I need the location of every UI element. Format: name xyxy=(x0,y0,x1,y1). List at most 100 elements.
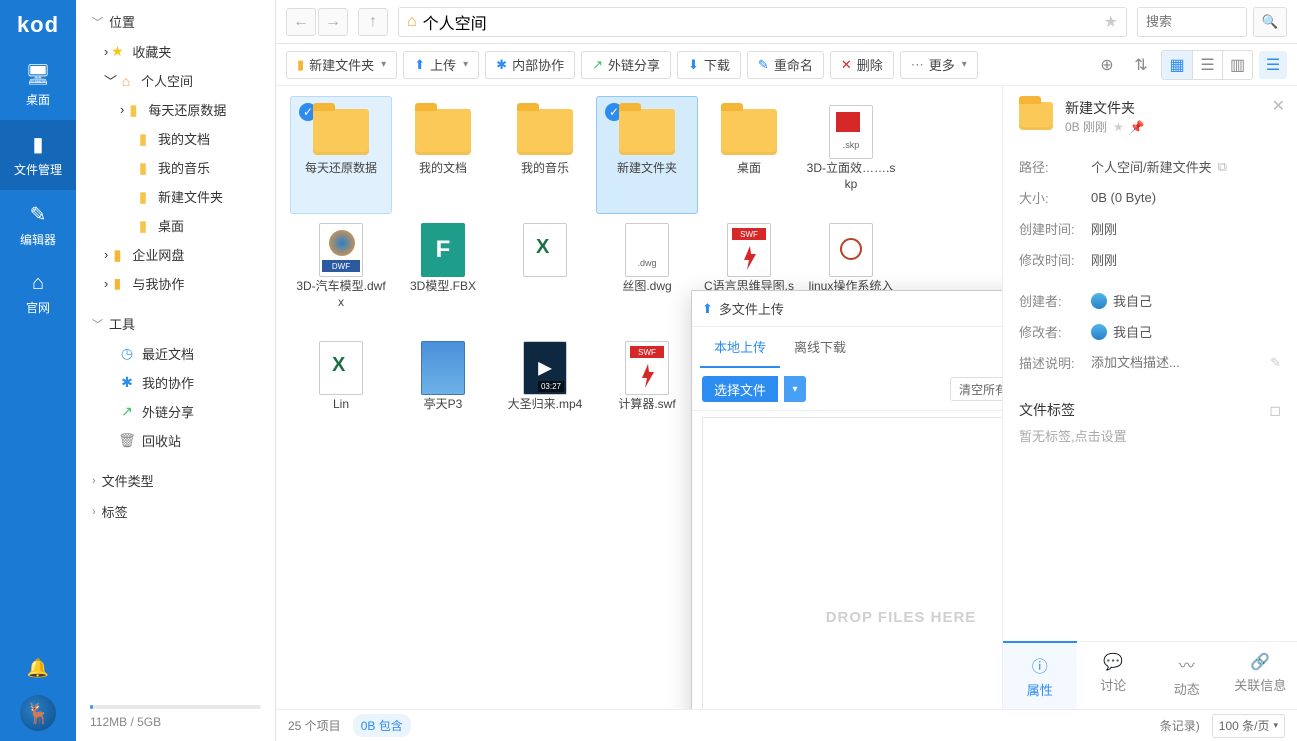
file-item[interactable]: 亭天P3 xyxy=(392,332,494,450)
breadcrumb[interactable]: ⌂ 个人空间 ★ xyxy=(398,7,1127,37)
toolbar: ▮新建文件夹▾ ⬆上传▾ ✱内部协作 ↗外链分享 ⬇下载 ✎重命名 ✕删除 ⋯更… xyxy=(276,44,1297,86)
detail-pane-toggle[interactable]: ☰ xyxy=(1259,51,1287,79)
rail-files[interactable]: ▮文件管理 xyxy=(0,120,76,190)
pin-icon[interactable]: 📌 xyxy=(1130,120,1145,134)
tree-tags[interactable]: ›标签 xyxy=(76,496,275,527)
tree-item[interactable]: ▮我的文档 xyxy=(76,124,275,153)
select-files-button[interactable]: 选择文件 xyxy=(702,376,778,402)
tree-trash[interactable]: 🗑回收站 xyxy=(76,426,275,455)
search-button[interactable]: 🔍 xyxy=(1253,7,1287,37)
home-icon: ⌂ xyxy=(407,13,417,31)
download-button[interactable]: ⬇下载 xyxy=(677,51,741,79)
tree-tools[interactable]: ﹀工具 xyxy=(76,308,275,339)
tree-location[interactable]: ﹀位置 xyxy=(76,6,275,37)
tree-enterprise[interactable]: ›▮企业网盘 xyxy=(76,240,275,269)
select-files-caret[interactable]: ▾ xyxy=(784,376,806,402)
file-thumb: ▶03:27 xyxy=(513,339,577,397)
tab-local-upload[interactable]: 本地上传 xyxy=(700,327,780,368)
chevron-down-icon: ﹀ xyxy=(92,14,103,30)
file-item[interactable]: 桌面 xyxy=(698,96,800,214)
link-icon: ↗ xyxy=(592,57,603,73)
search-input[interactable] xyxy=(1137,7,1247,37)
drop-zone[interactable]: DROP FILES HERE xyxy=(702,417,1002,709)
file-item[interactable]: 我的音乐 xyxy=(494,96,596,214)
external-share-button[interactable]: ↗外链分享 xyxy=(581,51,671,79)
view-grid-button[interactable]: ▦ xyxy=(1162,51,1192,79)
file-item[interactable]: .skp3D-立面效…….skp xyxy=(800,96,902,214)
detail-modifier: 我自己 xyxy=(1091,322,1281,341)
users-icon: ▮ xyxy=(108,275,126,293)
avatar[interactable]: 🦌 xyxy=(20,695,56,731)
file-name: 大圣归来.mp4 xyxy=(508,397,583,413)
detail-tabs: ⓘ属性 💬讨论 〰动态 🔗关联信息 xyxy=(1003,641,1297,709)
folder-icon: ▮ xyxy=(134,217,152,235)
tab-remote-download[interactable]: 离线下载 xyxy=(780,327,860,368)
tree-collab[interactable]: ›▮与我协作 xyxy=(76,269,275,298)
bookmark-icon[interactable]: ◻ xyxy=(1269,402,1281,419)
page-size-select[interactable]: 100 条/页▾ xyxy=(1212,714,1285,738)
bell-icon[interactable]: 🔔 xyxy=(27,658,49,679)
tags-empty[interactable]: 暂无标签,点击设置 xyxy=(1003,426,1297,457)
file-item[interactable]: ▶03:27大圣归来.mp4 xyxy=(494,332,596,450)
rename-button[interactable]: ✎重命名 xyxy=(747,51,824,79)
tree-recent[interactable]: ◷最近文档 xyxy=(76,339,275,368)
sort-button[interactable]: ⇅ xyxy=(1127,51,1155,79)
upload-button[interactable]: ⬆上传▾ xyxy=(403,51,479,79)
tree-favorites[interactable]: ›★收藏夹 xyxy=(76,37,275,66)
file-item[interactable]: X xyxy=(494,214,596,332)
rail-editor[interactable]: ✎编辑器 xyxy=(0,190,76,260)
file-thumb: X xyxy=(513,221,577,279)
file-item[interactable]: 3D模型.FBX xyxy=(392,214,494,332)
star-icon[interactable]: ★ xyxy=(1104,12,1118,32)
delete-button[interactable]: ✕删除 xyxy=(830,51,894,79)
tree-item[interactable]: ▮我的音乐 xyxy=(76,153,275,182)
tab-discuss[interactable]: 💬讨论 xyxy=(1077,642,1151,709)
file-item[interactable]: ✓每天还原数据 xyxy=(290,96,392,214)
tree-item[interactable]: ›▮每天还原数据 xyxy=(76,95,275,124)
tab-related[interactable]: 🔗关联信息 xyxy=(1224,642,1297,709)
pulse-icon: 〰 xyxy=(1179,652,1195,676)
star-icon[interactable]: ★ xyxy=(1113,120,1124,134)
file-thumb xyxy=(411,339,475,397)
share-icon: ✱ xyxy=(118,374,136,392)
tree-item[interactable]: ▮新建文件夹 xyxy=(76,182,275,211)
file-item[interactable]: XLin xyxy=(290,332,392,450)
zoom-button[interactable]: ⊕ xyxy=(1093,51,1121,79)
file-item[interactable]: 我的文档 xyxy=(392,96,494,214)
file-thumb xyxy=(717,103,781,161)
view-column-button[interactable]: ▥ xyxy=(1222,51,1252,79)
file-thumb: SWF xyxy=(615,339,679,397)
new-folder-button[interactable]: ▮新建文件夹▾ xyxy=(286,51,397,79)
tree-personal[interactable]: ﹀⌂个人空间 xyxy=(76,66,275,95)
edit-icon[interactable]: ✎ xyxy=(1270,355,1281,371)
description-input[interactable] xyxy=(1091,355,1264,370)
forward-button[interactable]: → xyxy=(318,8,348,36)
clear-all-button[interactable]: 清空所有 xyxy=(950,377,1002,401)
file-item[interactable]: ✓新建文件夹 xyxy=(596,96,698,214)
tree-external[interactable]: ↗外链分享 xyxy=(76,397,275,426)
folder-icon: ▮ xyxy=(134,130,152,148)
file-item[interactable]: SWF计算器.swf xyxy=(596,332,698,450)
copy-icon[interactable]: ⧉ xyxy=(1218,159,1227,175)
file-item[interactable]: .dwg丝图.dwg xyxy=(596,214,698,332)
download-icon: ⬇ xyxy=(688,57,699,73)
tree-mycollab[interactable]: ✱我的协作 xyxy=(76,368,275,397)
tab-properties[interactable]: ⓘ属性 xyxy=(1003,641,1077,709)
up-button[interactable]: ↑ xyxy=(358,8,388,36)
view-list-button[interactable]: ☰ xyxy=(1192,51,1222,79)
chevron-right-icon: › xyxy=(92,475,96,487)
tree-item[interactable]: ▮桌面 xyxy=(76,211,275,240)
internal-collab-button[interactable]: ✱内部协作 xyxy=(485,51,575,79)
close-button[interactable]: ✕ xyxy=(1272,96,1285,116)
back-button[interactable]: ← xyxy=(286,8,316,36)
info-icon: ⓘ xyxy=(1032,653,1048,677)
tab-activity[interactable]: 〰动态 xyxy=(1150,642,1224,709)
more-button[interactable]: ⋯更多▾ xyxy=(900,51,978,79)
tree-filetype[interactable]: ›文件类型 xyxy=(76,465,275,496)
file-item[interactable]: DWF3D-汽车模型.dwfx xyxy=(290,214,392,332)
rail-desktop[interactable]: 🖥桌面 xyxy=(0,50,76,120)
link-icon: ↗ xyxy=(118,403,136,421)
status-bar: 25 个项目 0B 包含 条记录) 100 条/页▾ xyxy=(276,709,1297,741)
file-thumb: .skp xyxy=(819,103,883,161)
rail-website[interactable]: ⌂官网 xyxy=(0,260,76,328)
